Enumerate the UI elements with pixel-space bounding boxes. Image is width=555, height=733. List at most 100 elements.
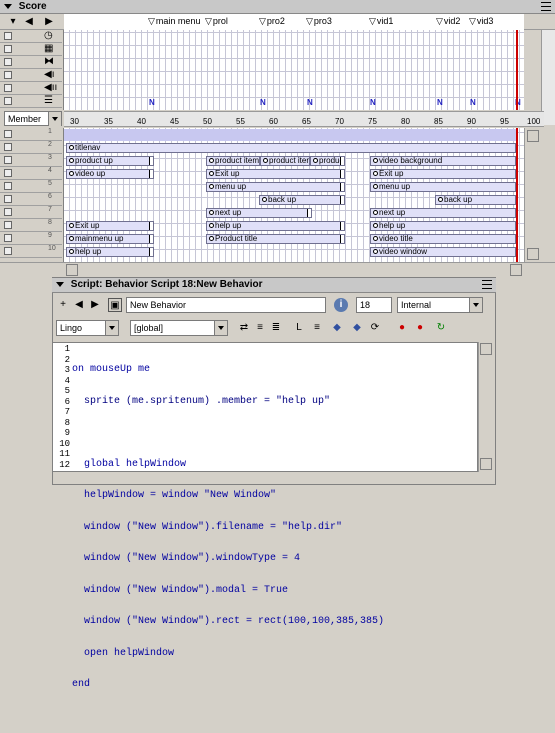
breakpoint-icon[interactable]: ●: [395, 321, 409, 335]
playhead-line: [516, 128, 518, 262]
sprite-help-up[interactable]: help up: [66, 247, 154, 257]
next-script-icon[interactable]: ▶: [88, 298, 102, 312]
script-keyframe[interactable]: N: [370, 98, 376, 107]
scripting-objects-icon[interactable]: ◆: [330, 321, 344, 335]
go-to-handler-icon[interactable]: ⇄: [237, 321, 251, 335]
scroll-left-icon[interactable]: [66, 264, 78, 276]
drag-cast-member-icon[interactable]: ▣: [108, 298, 122, 312]
sprite-product-item[interactable]: product item: [206, 156, 260, 166]
transition-channel[interactable]: ⧓: [0, 56, 62, 69]
script-keyframe[interactable]: N: [260, 98, 266, 107]
prev-marker-icon[interactable]: ◀: [22, 15, 36, 29]
frame-number: 55: [236, 117, 245, 126]
chevron-down-icon[interactable]: [214, 321, 227, 335]
code-line: window ("New Window").filename = "help.d…: [72, 521, 343, 533]
scroll-down-icon[interactable]: [527, 248, 539, 260]
scroll-right-icon[interactable]: [510, 264, 522, 276]
sound1-channel[interactable]: ◀ı: [0, 69, 62, 82]
sprite-background[interactable]: [64, 129, 516, 141]
chevron-down-icon[interactable]: [469, 298, 482, 312]
resize-grip[interactable]: [478, 472, 494, 484]
script-title: Script: Behavior Script 18:New Behavior: [70, 279, 263, 290]
sprite-titlenav[interactable]: titlenav: [66, 143, 516, 153]
script-keyframe[interactable]: N: [307, 98, 313, 107]
sprite-video-window[interactable]: video window: [370, 247, 516, 257]
marker-pro2[interactable]: pro2: [259, 16, 285, 27]
categorized-lingo-icon[interactable]: ≡: [310, 321, 324, 335]
marker-channel[interactable]: main menu prol pro2 pro3 vid1 vid2 vid3: [64, 14, 524, 30]
chevron-down-icon[interactable]: [48, 112, 61, 126]
score-title-bar[interactable]: Score: [0, 0, 555, 14]
special-channels-grid[interactable]: N N N N N N N: [64, 30, 524, 110]
channel-number: 1: [48, 128, 52, 135]
palette-channel[interactable]: ▦: [0, 43, 62, 56]
scroll-up-icon[interactable]: [480, 343, 492, 355]
sprite-video-title[interactable]: video title: [370, 234, 516, 244]
script-title-bar[interactable]: Script: Behavior Script 18:New Behavior: [52, 278, 496, 293]
sprite-mainmenu-up[interactable]: mainmenu up: [66, 234, 154, 244]
scroll-up-icon[interactable]: [527, 130, 539, 142]
comment-icon[interactable]: ≡: [253, 321, 267, 335]
score-horizontal-scrollbar[interactable]: [0, 262, 555, 276]
sprite-product-title[interactable]: Product title: [206, 234, 345, 244]
add-script-icon[interactable]: +: [56, 298, 70, 312]
collapse-icon[interactable]: [4, 3, 12, 9]
frame-number: 60: [269, 117, 278, 126]
sprite-next-up[interactable]: next up: [370, 208, 516, 218]
marker-vid2[interactable]: vid2: [436, 16, 461, 27]
language-select[interactable]: Lingo: [56, 320, 119, 336]
panel-menu-icon[interactable]: [541, 2, 551, 11]
marker-vid1[interactable]: vid1: [369, 16, 394, 27]
sprite-menu-up[interactable]: menu up: [370, 182, 516, 192]
sprite-product-up[interactable]: product up: [66, 156, 154, 166]
scroll-down-icon[interactable]: [480, 458, 492, 470]
alphabetical-lingo-icon[interactable]: L: [292, 321, 306, 335]
script-keyframe[interactable]: N: [437, 98, 443, 107]
script-channel[interactable]: ☰: [0, 95, 62, 108]
tempo-channel[interactable]: ◷: [0, 30, 62, 43]
code-vertical-scrollbar[interactable]: [478, 342, 494, 472]
sprite-exit-up[interactable]: Exit up: [66, 221, 154, 231]
sprite-video-up[interactable]: video up: [66, 169, 154, 179]
panel-menu-icon[interactable]: [482, 280, 492, 289]
script-keyframe[interactable]: N: [149, 98, 155, 107]
behavior-name-field[interactable]: New Behavior: [126, 297, 326, 313]
cast-library-select[interactable]: Internal: [397, 297, 483, 313]
marker-main-menu[interactable]: main menu: [148, 16, 201, 27]
display-mode-select[interactable]: Member: [4, 111, 62, 126]
sprite-help-up[interactable]: help up: [206, 221, 345, 231]
marker-menu-icon[interactable]: ▾: [6, 15, 20, 29]
sound2-channel[interactable]: ◀ıı: [0, 82, 62, 95]
marker-prol[interactable]: prol: [205, 16, 228, 27]
watch-expression-icon[interactable]: ●: [413, 321, 427, 335]
uncomment-icon[interactable]: ≣: [269, 321, 283, 335]
marker-vid3[interactable]: vid3: [469, 16, 494, 27]
next-marker-icon[interactable]: ▶: [42, 15, 56, 29]
xtras-icon[interactable]: ◆: [350, 321, 364, 335]
sprite-next-up[interactable]: next up: [206, 208, 312, 218]
collapse-icon[interactable]: [56, 281, 64, 287]
marker-pro3[interactable]: pro3: [306, 16, 332, 27]
playhead[interactable]: [516, 30, 518, 110]
sprite-back-up[interactable]: back up: [435, 195, 516, 205]
sprite-product-item-2[interactable]: product iten: [260, 156, 310, 166]
sprite-exit-up[interactable]: Exit up: [206, 169, 345, 179]
code-text[interactable]: on mouseUp me sprite (me.spritenum) .mem…: [72, 344, 476, 689]
handler-select[interactable]: [global]: [130, 320, 228, 336]
recompile-icon[interactable]: ⟳: [368, 321, 382, 335]
run-icon[interactable]: ↻: [434, 321, 448, 335]
member-number-field[interactable]: 18: [356, 297, 392, 313]
sprite-produc[interactable]: produc: [310, 156, 345, 166]
sprite-menu-up[interactable]: menu up: [206, 182, 345, 192]
sprite-exit-up[interactable]: Exit up: [370, 169, 516, 179]
prev-script-icon[interactable]: ◀: [72, 298, 86, 312]
sprite-help-up[interactable]: help up: [370, 221, 516, 231]
code-line: sprite (me.spritenum) .member = "help up…: [72, 395, 331, 407]
info-icon[interactable]: i: [334, 298, 348, 312]
script-keyframe[interactable]: N: [470, 98, 476, 107]
sprite-back-up[interactable]: back up: [259, 195, 345, 205]
sprite-vertical-scrollbar[interactable]: [524, 128, 541, 262]
chevron-down-icon[interactable]: [105, 321, 118, 335]
sprite-video-background[interactable]: video background: [370, 156, 516, 166]
